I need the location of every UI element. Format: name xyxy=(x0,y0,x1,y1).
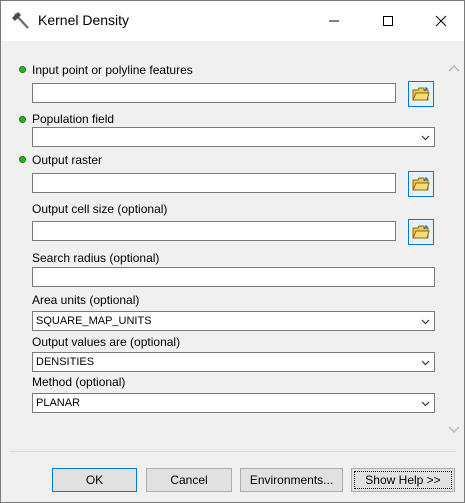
show-help-button[interactable]: Show Help >> xyxy=(351,468,455,492)
close-icon xyxy=(435,15,447,27)
hammer-icon xyxy=(11,11,31,31)
chevron-down-icon xyxy=(421,135,430,141)
open-folder-icon xyxy=(412,87,430,101)
cell-size-browse-button[interactable] xyxy=(408,219,434,245)
required-indicator xyxy=(19,116,26,123)
area-units-value: SQUARE_MAP_UNITS xyxy=(36,315,152,327)
cell-size-field[interactable] xyxy=(32,221,396,241)
required-indicator xyxy=(19,66,26,73)
divider xyxy=(9,451,456,452)
required-indicator xyxy=(19,156,26,163)
output-values-value: DENSITIES xyxy=(36,356,95,368)
chevron-down-icon xyxy=(421,401,430,407)
chevron-down-icon xyxy=(421,360,430,366)
environments-button[interactable]: Environments... xyxy=(240,468,343,492)
input-features-field[interactable] xyxy=(32,83,396,103)
method-select[interactable]: PLANAR xyxy=(32,393,435,413)
close-button[interactable] xyxy=(418,1,464,41)
output-values-select[interactable]: DENSITIES xyxy=(32,352,435,372)
parameters-panel xyxy=(9,49,456,449)
maximize-icon xyxy=(383,16,393,26)
chevron-down-icon xyxy=(421,319,430,325)
method-value: PLANAR xyxy=(36,397,81,409)
search-radius-field[interactable] xyxy=(32,267,435,287)
area-units-select[interactable]: SQUARE_MAP_UNITS xyxy=(32,311,435,331)
output-values-label: Output values are (optional) xyxy=(32,335,181,349)
open-folder-icon xyxy=(412,177,430,191)
method-label: Method (optional) xyxy=(32,375,126,389)
ok-button[interactable]: OK xyxy=(52,468,137,492)
output-raster-field[interactable] xyxy=(32,173,396,193)
input-features-label: Input point or polyline features xyxy=(32,63,193,77)
kernel-density-dialog: Kernel Density Input point or polyline f… xyxy=(0,0,465,503)
open-folder-icon xyxy=(412,225,430,239)
cancel-button[interactable]: Cancel xyxy=(146,468,232,492)
output-raster-label: Output raster xyxy=(32,153,103,167)
title-bar: Kernel Density xyxy=(1,1,464,41)
scroll-down-icon[interactable] xyxy=(447,423,461,437)
window-title: Kernel Density xyxy=(38,12,130,28)
cell-size-label: Output cell size (optional) xyxy=(32,202,168,216)
output-raster-browse-button[interactable] xyxy=(408,171,434,197)
population-field-label: Population field xyxy=(32,112,115,126)
population-field-select[interactable] xyxy=(32,127,435,147)
minimize-icon xyxy=(329,20,339,22)
area-units-label: Area units (optional) xyxy=(32,293,140,307)
maximize-button[interactable] xyxy=(365,1,411,41)
input-features-browse-button[interactable] xyxy=(408,81,434,107)
scroll-up-icon[interactable] xyxy=(447,61,461,75)
search-radius-label: Search radius (optional) xyxy=(32,251,160,265)
minimize-button[interactable] xyxy=(311,1,357,41)
